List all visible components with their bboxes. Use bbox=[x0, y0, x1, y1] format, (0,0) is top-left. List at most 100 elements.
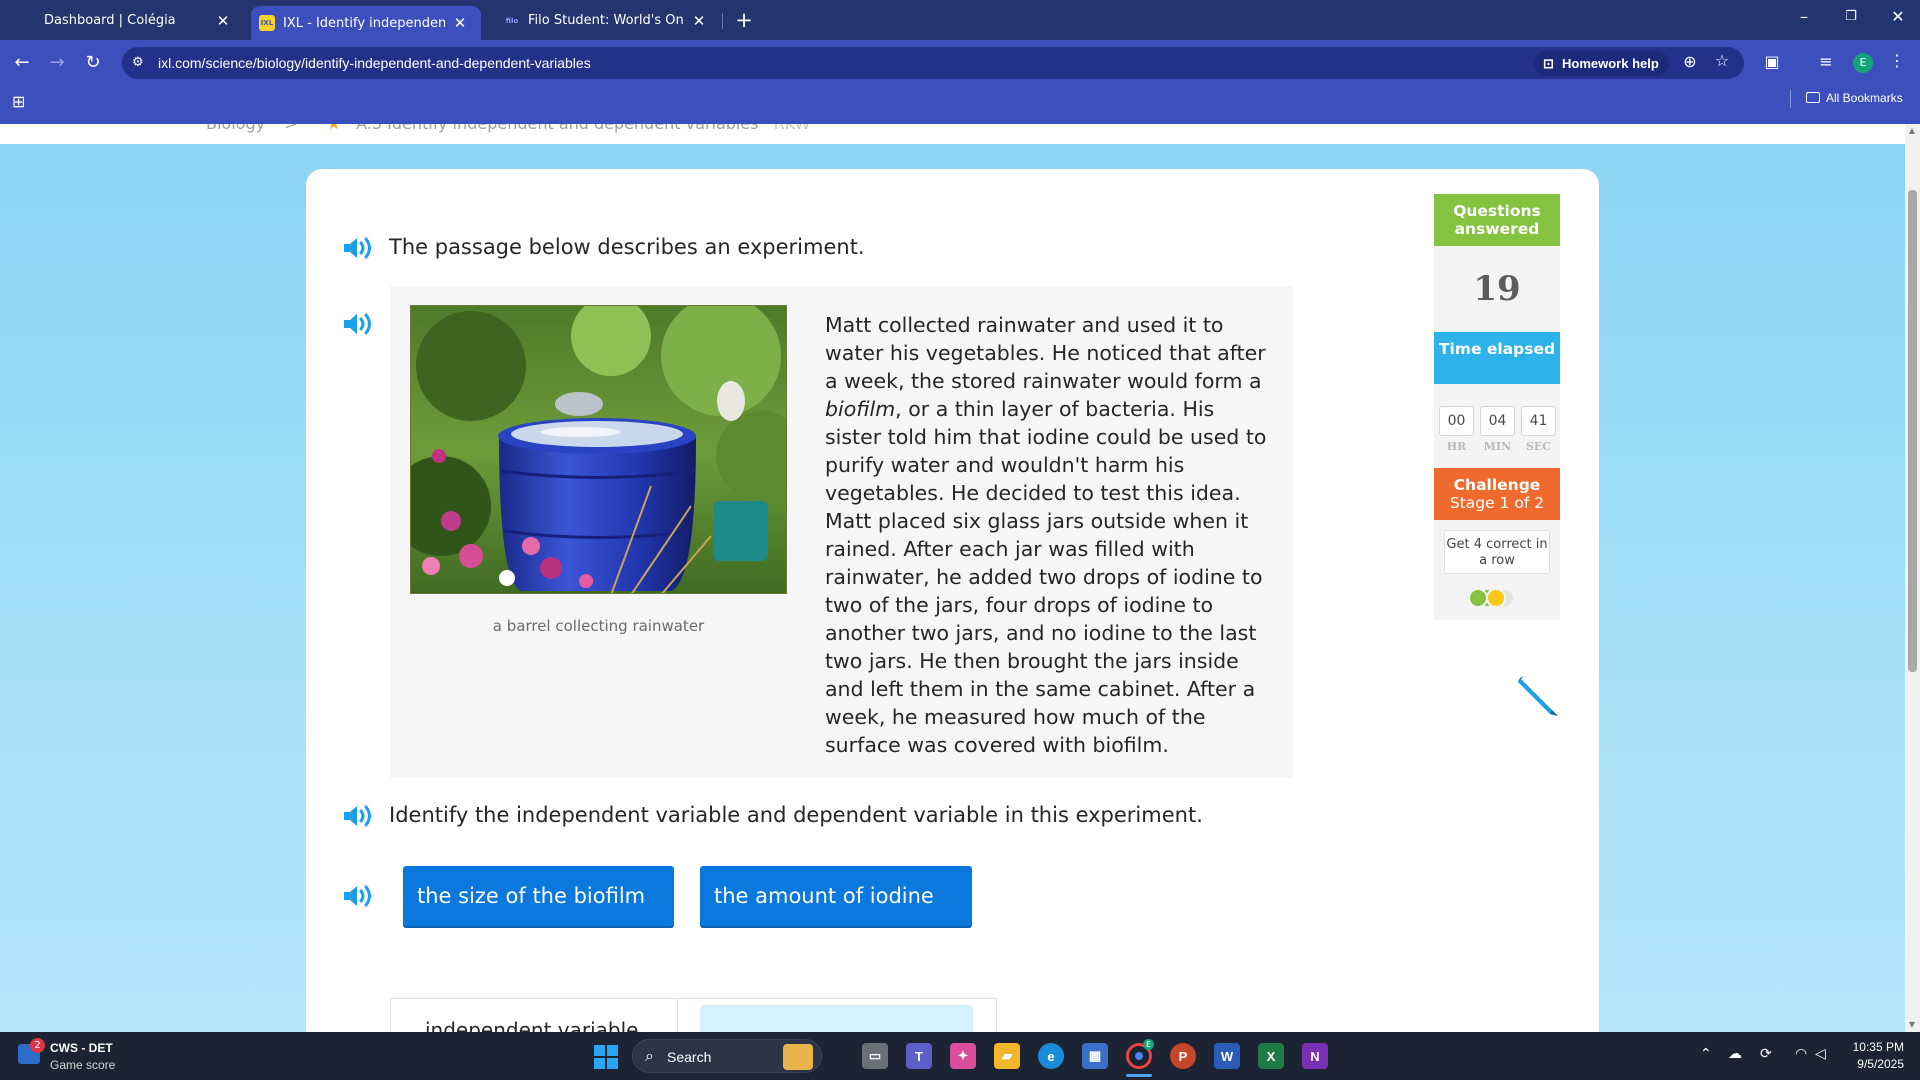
volume-icon[interactable]: ◁ bbox=[1815, 1046, 1826, 1062]
independent-variable-dropzone[interactable] bbox=[700, 1005, 973, 1035]
copilot-icon[interactable]: ✦ bbox=[950, 1043, 976, 1069]
timer-minutes-unit: MIN bbox=[1483, 440, 1512, 453]
site-info-icon[interactable]: ⚙ bbox=[132, 55, 148, 71]
challenge-title: Challenge bbox=[1453, 476, 1541, 494]
filo-icon: filo bbox=[504, 12, 520, 29]
edge-icon[interactable]: e bbox=[1038, 1043, 1064, 1069]
cloud-sync-icon[interactable]: ☁ bbox=[1728, 1046, 1742, 1062]
search-placeholder: Search bbox=[667, 1049, 712, 1065]
close-window-icon[interactable]: ✕ bbox=[1878, 7, 1918, 26]
zoom-icon[interactable]: ⊕ bbox=[1679, 52, 1701, 71]
homework-help-label: Homework help bbox=[1562, 56, 1659, 71]
challenge-stage: Stage 1 of 2 bbox=[1449, 494, 1545, 512]
show-hidden-icons-icon[interactable]: ⌃ bbox=[1700, 1046, 1712, 1062]
speaker-icon[interactable] bbox=[342, 310, 376, 338]
pencil-icon[interactable] bbox=[1512, 670, 1564, 722]
timer-seconds-unit: SEC bbox=[1525, 440, 1552, 453]
timer-minutes: 04 bbox=[1480, 406, 1515, 436]
answer-tile-iodine-amount[interactable]: the amount of iodine bbox=[700, 866, 972, 926]
tab-separator bbox=[722, 13, 723, 29]
close-tab-icon[interactable]: ✕ bbox=[214, 12, 232, 30]
close-tab-icon[interactable]: ✕ bbox=[690, 12, 708, 30]
taskbar-search[interactable]: ⌕ Search bbox=[632, 1039, 822, 1073]
widget-subtitle: Game score bbox=[50, 1058, 116, 1072]
folder-icon bbox=[1806, 92, 1820, 103]
tab-dashboard[interactable]: Dashboard | Colégia ✕ bbox=[0, 6, 244, 35]
bookmarks-separator bbox=[1790, 90, 1791, 108]
minimize-icon[interactable]: – bbox=[1784, 7, 1824, 26]
speaker-icon[interactable] bbox=[342, 234, 376, 262]
apps-grid-icon[interactable]: ⊞ bbox=[12, 92, 25, 111]
breadcrumb-skill: A.3 Identify independent and dependent v… bbox=[356, 124, 758, 133]
question-intro: The passage below describes an experimen… bbox=[389, 235, 865, 259]
tab-ixl[interactable]: IXL IXL - Identify independent and d ✕ bbox=[251, 6, 481, 40]
active-app-indicator bbox=[1126, 1074, 1152, 1077]
tab-search-icon[interactable]: ▣ bbox=[1761, 52, 1783, 71]
progress-dot bbox=[1468, 588, 1488, 608]
wifi-icon[interactable]: ◠ bbox=[1795, 1046, 1807, 1062]
answer-tile-biofilm-size[interactable]: the size of the biofilm bbox=[403, 866, 674, 926]
address-bar[interactable]: ⚙ ixl.com/science/biology/identify-indep… bbox=[122, 47, 1744, 79]
task-view-icon[interactable]: ▭ bbox=[862, 1043, 888, 1069]
word-icon[interactable]: W bbox=[1214, 1043, 1240, 1069]
search-icon: ⌕ bbox=[645, 1046, 654, 1065]
barrel-image bbox=[410, 305, 787, 594]
scroll-down-icon[interactable]: ▼ bbox=[1907, 1020, 1917, 1029]
camera-search-icon: ⊡ bbox=[1543, 56, 1554, 71]
taskbar-date[interactable]: 9/5/2025 bbox=[1844, 1057, 1904, 1071]
all-bookmarks-button[interactable]: All Bookmarks bbox=[1806, 91, 1903, 105]
store-icon[interactable]: ▦ bbox=[1082, 1043, 1108, 1069]
question-instruction: Identify the independent variable and de… bbox=[389, 803, 1203, 827]
excel-icon[interactable]: X bbox=[1258, 1043, 1284, 1069]
restore-icon[interactable]: ❐ bbox=[1831, 9, 1871, 24]
bookmark-star-icon[interactable]: ☆ bbox=[1711, 51, 1733, 70]
speaker-icon[interactable] bbox=[342, 882, 376, 910]
breadcrumb: Biology > ★ A.3 Identify independent and… bbox=[0, 124, 1905, 144]
new-tab-icon[interactable]: + bbox=[732, 8, 756, 32]
speaker-icon[interactable] bbox=[342, 802, 376, 830]
timer-hours-unit: HR bbox=[1446, 440, 1467, 453]
update-icon[interactable]: ⟳ bbox=[1760, 1046, 1772, 1062]
profile-avatar[interactable]: E bbox=[1853, 53, 1873, 73]
star-icon: ★ bbox=[327, 124, 341, 133]
taskbar-time[interactable]: 10:35 PM bbox=[1844, 1040, 1904, 1054]
widget-title[interactable]: CWS - DET bbox=[50, 1041, 113, 1055]
all-bookmarks-label: All Bookmarks bbox=[1826, 91, 1903, 105]
breadcrumb-subject[interactable]: Biology bbox=[206, 124, 265, 133]
passage-term: biofilm bbox=[825, 397, 896, 421]
questions-answered-header: Questions answered bbox=[1434, 194, 1560, 246]
dropzone-divider bbox=[677, 998, 678, 1032]
browser-tab-bar: Dashboard | Colégia ✕ IXL IXL - Identify… bbox=[0, 0, 1920, 40]
progress-dot bbox=[1486, 588, 1506, 608]
reading-list-icon[interactable]: ≡ bbox=[1815, 52, 1837, 71]
ixl-icon: IXL bbox=[259, 15, 275, 31]
challenge-goal: Get 4 correct in a row bbox=[1444, 530, 1550, 574]
forward-icon[interactable]: → bbox=[45, 52, 69, 73]
file-explorer-icon[interactable]: ▰ bbox=[994, 1043, 1020, 1069]
close-tab-icon[interactable]: ✕ bbox=[451, 14, 469, 32]
menu-icon[interactable]: ⋮ bbox=[1886, 51, 1908, 70]
chrome-profile-badge: E bbox=[1143, 1039, 1154, 1050]
colegia-icon bbox=[20, 12, 36, 29]
teams-icon[interactable]: T bbox=[906, 1043, 932, 1069]
questions-answered-count: 19 bbox=[1434, 246, 1560, 332]
tab-title: IXL - Identify independent and d bbox=[283, 15, 445, 31]
passage-part: Matt collected rainwater and used it to … bbox=[825, 313, 1266, 393]
passage-part: , or a thin layer of bacteria. His siste… bbox=[825, 397, 1267, 757]
homework-help-button[interactable]: ⊡ Homework help bbox=[1534, 51, 1669, 76]
back-icon[interactable]: ← bbox=[10, 52, 34, 73]
scrollbar-thumb[interactable] bbox=[1908, 190, 1917, 672]
scroll-up-icon[interactable]: ▲ bbox=[1907, 126, 1917, 135]
breadcrumb-separator: > bbox=[284, 124, 297, 133]
tab-title: Filo Student: World's Only Live I bbox=[528, 13, 684, 28]
windows-start-icon[interactable] bbox=[594, 1045, 618, 1069]
tab-filo[interactable]: filo Filo Student: World's Only Live I ✕ bbox=[484, 6, 720, 35]
timer-seconds: 41 bbox=[1521, 406, 1556, 436]
tab-title: Dashboard | Colégia bbox=[44, 13, 176, 28]
onenote-icon[interactable]: N bbox=[1302, 1043, 1328, 1069]
powerpoint-icon[interactable]: P bbox=[1170, 1043, 1196, 1069]
image-caption: a barrel collecting rainwater bbox=[492, 617, 705, 635]
time-elapsed-header: Time elapsed bbox=[1434, 332, 1560, 384]
search-highlight-icon bbox=[783, 1044, 813, 1070]
reload-icon[interactable]: ↻ bbox=[81, 52, 105, 73]
